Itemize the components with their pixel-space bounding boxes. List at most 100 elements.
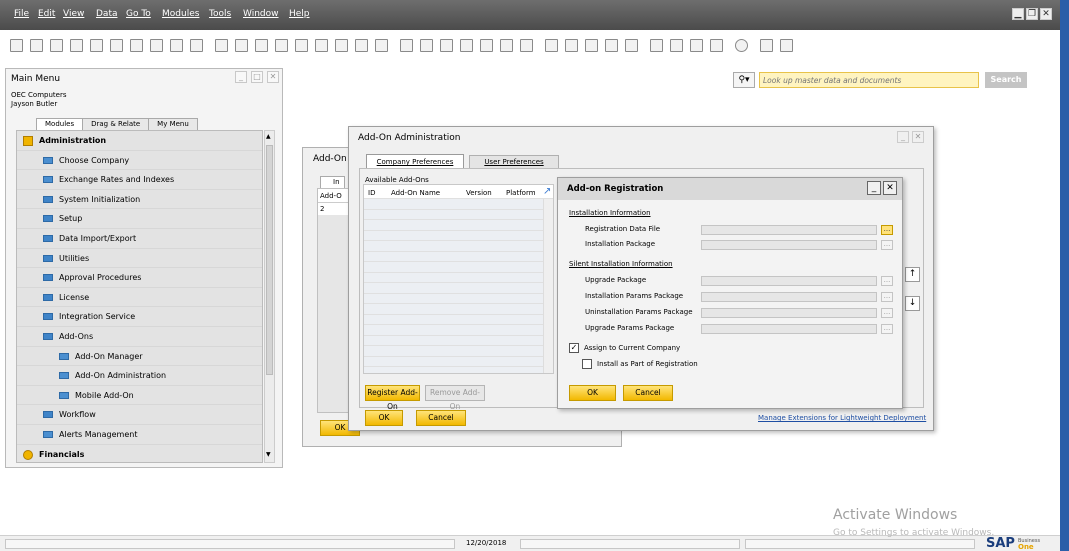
tab-drag-relate[interactable]: Drag & Relate: [82, 118, 150, 130]
ok-button[interactable]: OK: [569, 385, 616, 401]
minimize-icon[interactable]: _: [867, 181, 881, 195]
minimize-icon[interactable]: _: [235, 71, 247, 83]
sms-icon[interactable]: [70, 39, 83, 52]
expand-icon[interactable]: ↗: [543, 186, 551, 197]
export-word-icon[interactable]: [130, 39, 143, 52]
calendar-icon[interactable]: [605, 39, 618, 52]
tab-modules[interactable]: Modules: [36, 118, 84, 130]
registration-file-browse-button[interactable]: ...: [881, 225, 893, 235]
close-icon[interactable]: ✕: [912, 131, 924, 143]
sort-icon[interactable]: [375, 39, 388, 52]
menu-item[interactable]: Administration: [17, 131, 262, 151]
arrow-up-icon[interactable]: ↑: [905, 267, 920, 282]
find-icon[interactable]: [215, 39, 228, 52]
menu-item[interactable]: Add-Ons: [17, 326, 262, 347]
previous-record-icon[interactable]: [275, 39, 288, 52]
window-cascade-icon[interactable]: [670, 39, 683, 52]
table-row[interactable]: [364, 199, 553, 210]
cancel-button[interactable]: Cancel: [623, 385, 673, 401]
table-row[interactable]: [364, 251, 553, 262]
tab-installed[interactable]: In: [320, 176, 345, 188]
window-tile-icon[interactable]: [650, 39, 663, 52]
install-part-checkbox[interactable]: [582, 359, 592, 369]
installation-package-browse-button[interactable]: ...: [881, 240, 893, 250]
menu-item[interactable]: Approval Procedures: [17, 268, 262, 288]
table-row[interactable]: [364, 220, 553, 231]
email-icon[interactable]: [50, 39, 63, 52]
table-row[interactable]: [364, 209, 553, 220]
layout-icon[interactable]: [520, 39, 533, 52]
scrollbar-thumb[interactable]: [266, 145, 273, 375]
menu-item[interactable]: License: [17, 287, 262, 308]
last-record-icon[interactable]: [315, 39, 328, 52]
lock-screen-icon[interactable]: [190, 39, 203, 52]
widget-icon[interactable]: [780, 39, 793, 52]
base-document-icon[interactable]: [400, 39, 413, 52]
upgrade-package-browse-button[interactable]: ...: [881, 276, 893, 286]
menu-help[interactable]: Help: [289, 9, 310, 19]
upgrade-params-browse-button[interactable]: ...: [881, 324, 893, 334]
payment-icon[interactable]: [460, 39, 473, 52]
table-row[interactable]: [364, 367, 553, 373]
installation-package-field[interactable]: [701, 240, 877, 250]
ok-button[interactable]: OK: [365, 410, 403, 426]
search-input[interactable]: [759, 72, 979, 88]
menu-view[interactable]: View: [63, 9, 84, 19]
table-row[interactable]: [364, 272, 553, 283]
close-icon[interactable]: ✕: [883, 181, 897, 195]
scroll-down-icon[interactable]: ▼: [266, 451, 273, 459]
menu-item[interactable]: Integration Service: [17, 307, 262, 327]
menu-item[interactable]: Add-On Administration: [17, 366, 262, 386]
menu-goto[interactable]: Go To: [126, 9, 151, 19]
journal-entry-icon[interactable]: [440, 39, 453, 52]
refresh-icon[interactable]: [335, 39, 348, 52]
table-row[interactable]: [364, 293, 553, 304]
installation-params-field[interactable]: [701, 292, 877, 302]
table-row[interactable]: [364, 262, 553, 273]
help-icon[interactable]: [735, 39, 748, 52]
minimize-icon[interactable]: ▁: [1012, 8, 1024, 20]
menu-item[interactable]: Alerts Management: [17, 424, 262, 445]
cancel-button[interactable]: Cancel: [416, 410, 466, 426]
menu-item[interactable]: System Initialization: [17, 189, 262, 210]
messages-icon[interactable]: [585, 39, 598, 52]
manage-extensions-link[interactable]: Manage Extensions for Lightweight Deploy…: [758, 414, 926, 422]
table-row[interactable]: [364, 314, 553, 325]
gross-profit-icon[interactable]: [480, 39, 493, 52]
table-row[interactable]: [364, 346, 553, 357]
registration-file-field[interactable]: [701, 225, 877, 235]
arrow-down-icon[interactable]: ↓: [905, 296, 920, 311]
scroll-up-icon[interactable]: ▲: [266, 133, 273, 141]
menu-edit[interactable]: Edit: [38, 9, 55, 19]
edit-form-icon[interactable]: [545, 39, 558, 52]
table-row[interactable]: [364, 304, 553, 315]
menu-item[interactable]: Setup: [17, 209, 262, 229]
menu-data[interactable]: Data: [96, 9, 118, 19]
launch-app-icon[interactable]: [170, 39, 183, 52]
table-row[interactable]: [364, 241, 553, 252]
minimize-icon[interactable]: _: [897, 131, 909, 143]
table-row[interactable]: [364, 230, 553, 241]
menu-item[interactable]: Utilities: [17, 248, 262, 269]
export-pdf-icon[interactable]: [150, 39, 163, 52]
menu-modules[interactable]: Modules: [162, 9, 199, 19]
tab-company-preferences[interactable]: Company Preferences: [366, 154, 464, 169]
calculator-icon[interactable]: [625, 39, 638, 52]
table-row[interactable]: [364, 325, 553, 336]
table-row[interactable]: [364, 356, 553, 367]
menu-item[interactable]: Data Import/Export: [17, 228, 262, 249]
menu-item[interactable]: Mobile Add-On: [17, 385, 262, 406]
target-document-icon[interactable]: [420, 39, 433, 52]
menu-item[interactable]: Choose Company: [17, 150, 262, 171]
print-preview-icon[interactable]: [10, 39, 23, 52]
menu-tools[interactable]: Tools: [209, 9, 231, 19]
tab-my-menu[interactable]: My Menu: [148, 118, 198, 130]
table-row[interactable]: [364, 283, 553, 294]
form-settings-icon[interactable]: [565, 39, 578, 52]
search-icon[interactable]: ⚲▾: [733, 72, 755, 88]
next-record-icon[interactable]: [295, 39, 308, 52]
filter-icon[interactable]: [355, 39, 368, 52]
maximize-icon[interactable]: □: [251, 71, 263, 83]
assign-company-checkbox[interactable]: ✓: [569, 343, 579, 353]
cockpit-icon[interactable]: [760, 39, 773, 52]
